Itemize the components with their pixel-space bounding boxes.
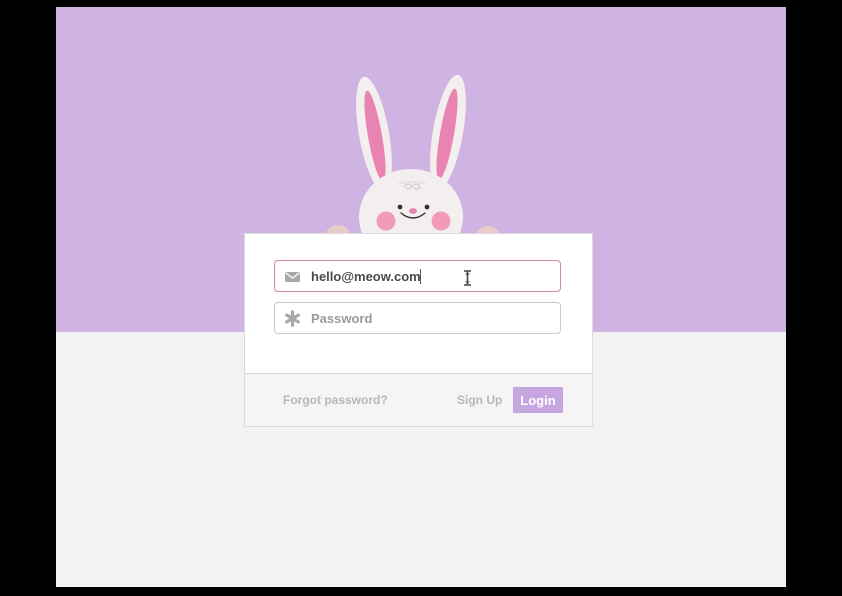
- email-input[interactable]: [311, 262, 551, 290]
- bunny-left-eye: [397, 204, 403, 210]
- sign-up-link[interactable]: Sign Up: [457, 393, 502, 407]
- login-button[interactable]: Login: [513, 387, 563, 413]
- ibeam-cursor-icon: [463, 270, 472, 286]
- login-card-footer: Forgot password? Sign Up Login: [245, 373, 592, 426]
- password-input[interactable]: [311, 304, 551, 332]
- email-field[interactable]: [274, 260, 561, 292]
- bunny-left-cheek: [376, 211, 396, 231]
- bunny-right-eye: [424, 204, 430, 210]
- page-viewport: Forgot password? Sign Up Login: [56, 7, 786, 587]
- bunny-mascot: [324, 72, 534, 242]
- forgot-password-link[interactable]: Forgot password?: [283, 393, 388, 407]
- password-field[interactable]: [274, 302, 561, 334]
- bunny-nose: [409, 208, 417, 214]
- envelope-icon: [284, 268, 301, 285]
- bunny-right-cheek: [431, 211, 451, 231]
- login-card: Forgot password? Sign Up Login: [245, 234, 592, 426]
- asterisk-icon: [284, 310, 301, 327]
- text-caret: [420, 269, 421, 284]
